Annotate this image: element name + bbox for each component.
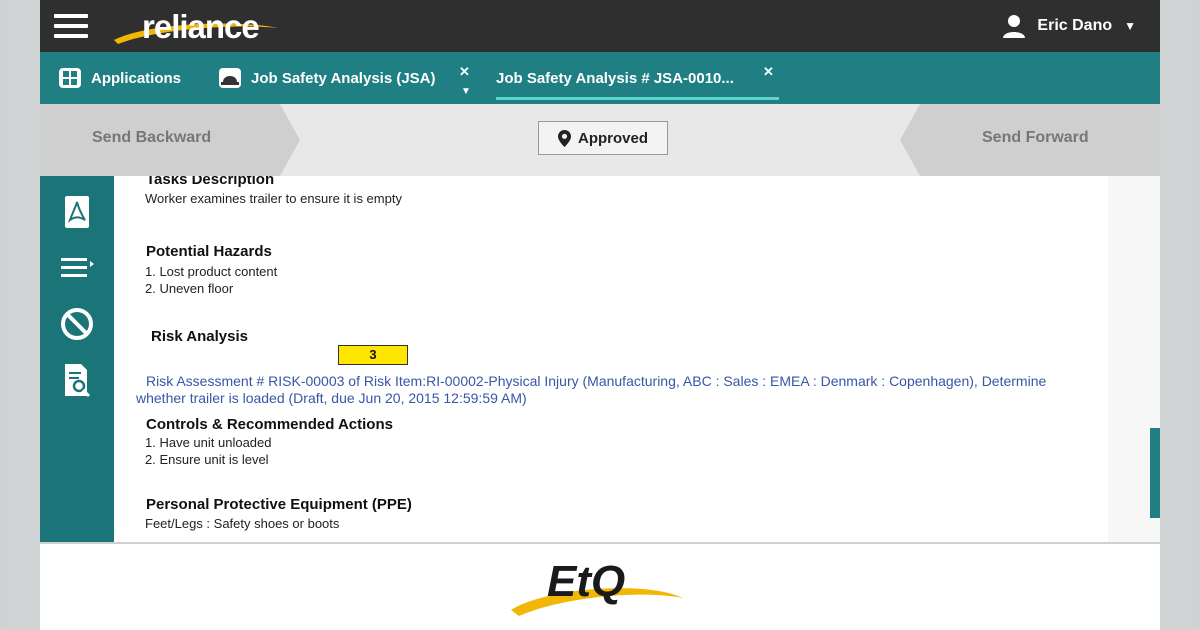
etq-logo: EtQ [511, 557, 683, 616]
ppe-heading: Personal Protective Equipment (PPE) [146, 496, 412, 513]
tab-label: Job Safety Analysis (JSA) [251, 69, 436, 87]
risk-score-badge: 3 [338, 345, 408, 365]
tab-applications[interactable]: Applications [58, 52, 181, 104]
active-tab-indicator [496, 97, 779, 100]
etq-logo-text: EtQ [547, 557, 625, 606]
tab-label: Applications [91, 69, 182, 87]
controls-heading: Controls & Recommended Actions [146, 416, 393, 433]
hardhat-icon [219, 68, 241, 88]
status-label: Approved [577, 129, 648, 147]
grid-icon [59, 68, 81, 88]
app-frame: reliance Eric Dano ▼ Applications Job Sa… [40, 0, 1160, 630]
control-item: 1. Have unit unloaded [145, 435, 272, 450]
risk-assessment-link[interactable]: Risk Assessment # RISK-00003 of Risk Ite… [136, 373, 1096, 407]
workflow-bar: Send Backward Approved Send Forward [40, 104, 1160, 176]
logo-text: reliance [142, 8, 260, 45]
caret-down-icon: ▼ [1124, 19, 1136, 33]
tab-jsa-close-icon[interactable]: ✕ [459, 64, 470, 80]
search-document-icon[interactable] [59, 362, 95, 398]
ppe-text: Feet/Legs : Safety shoes or boots [145, 516, 340, 531]
tab-record-close-icon[interactable]: ✕ [763, 64, 774, 80]
tab-jsa[interactable]: Job Safety Analysis (JSA) [218, 52, 436, 104]
user-menu[interactable]: Eric Dano ▼ [1001, 13, 1136, 39]
cancel-icon[interactable] [59, 306, 95, 342]
send-backward-button[interactable]: Send Backward [40, 104, 300, 176]
hamburger-icon[interactable] [54, 14, 88, 38]
hazard-item: 2. Uneven floor [145, 281, 234, 296]
side-toolbar [40, 176, 114, 542]
side-panel-handle[interactable] [1150, 428, 1160, 518]
hazards-heading: Potential Hazards [146, 243, 272, 260]
user-name: Eric Dano [1037, 17, 1113, 34]
record-content: Tasks Description Worker examines traile… [114, 176, 1108, 542]
user-icon [1003, 15, 1026, 38]
tasks-heading: Tasks Description [146, 176, 275, 188]
tab-jsa-chevron-down-icon[interactable]: ▼ [461, 86, 471, 97]
footer: EtQ [40, 542, 1160, 630]
hazard-item: 1. Lost product content [145, 264, 278, 279]
status-approved-button[interactable]: Approved [538, 121, 668, 155]
list-menu-icon[interactable] [59, 250, 95, 286]
send-forward-label: Send Forward [982, 129, 1089, 146]
location-pin-icon [557, 129, 571, 147]
reliance-logo[interactable]: reliance [110, 6, 280, 46]
tasks-text: Worker examines trailer to ensure it is … [145, 191, 402, 206]
pdf-icon[interactable] [59, 194, 95, 230]
send-backward-label: Send Backward [92, 129, 212, 146]
top-bar: reliance Eric Dano ▼ [40, 0, 1160, 52]
risk-analysis-heading: Risk Analysis [151, 328, 248, 345]
tab-label: Job Safety Analysis # JSA-0010... [496, 69, 734, 87]
send-forward-button[interactable]: Send Forward [900, 104, 1160, 176]
control-item: 2. Ensure unit is level [145, 452, 269, 467]
